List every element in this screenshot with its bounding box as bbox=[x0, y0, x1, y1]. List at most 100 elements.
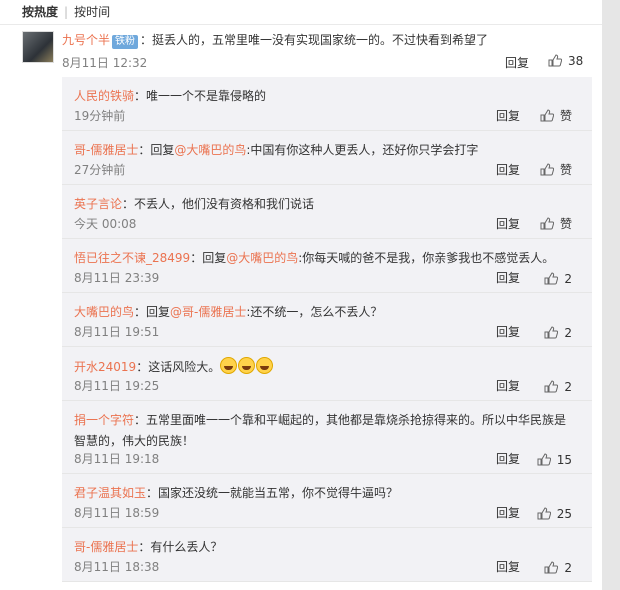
comment-panel: 按热度 | 按时间 九号个半 铁粉 ：挺丢人的，五常里唯一没有实现国家统一的。不过快看到… bbox=[0, 0, 602, 590]
mention-link[interactable]: @大嘴巴的鸟 bbox=[226, 251, 298, 265]
like-count: 2 bbox=[564, 561, 572, 575]
reply-text-cont: :中国有你这种人更丢人，还好你只学会打字 bbox=[246, 143, 479, 157]
like-button[interactable]: 25 bbox=[537, 507, 572, 521]
reply-item: 英子言论：不丢人，他们没有资格和我们说话 今天 00:08 回复 赞 bbox=[62, 185, 592, 239]
reply-item: 君子温其如玉：国家还没统一就能当五常，你不觉得牛逼吗？ 8月11日 18:59 回复… bbox=[62, 474, 592, 528]
reply-text-line: 悟已往之不谏_28499：回复@大嘴巴的鸟:你每天喊的爸不是我，你亲爹我也不感觉… bbox=[74, 249, 554, 266]
thumbs-up-icon bbox=[537, 453, 551, 466]
laugh-emoji-icon bbox=[256, 357, 274, 374]
reply-time: 今天 00:08 bbox=[74, 217, 137, 231]
like-button[interactable]: 2 bbox=[544, 326, 572, 340]
reply-item: 大嘴巴的鸟：回复@哥-儒雅居士:还不统一，怎么不丢人？ 8月11日 19:51 回复… bbox=[62, 293, 592, 347]
like-button[interactable]: 15 bbox=[537, 453, 572, 467]
reply-username[interactable]: 君子温其如玉 bbox=[74, 486, 146, 500]
reply-text: ：回复 bbox=[134, 305, 171, 319]
reply-time: 8月11日 23:39 bbox=[74, 271, 160, 285]
comment-text: ：挺丢人的，五常里唯一没有实现国家统一的。不过快看到希望了 bbox=[140, 33, 489, 47]
reply-text: ：国家还没统一就能当五常，你不觉得牛逼吗？ bbox=[146, 486, 399, 500]
like-count: 38 bbox=[568, 54, 584, 68]
reply-time: 27分钟前 bbox=[74, 163, 126, 177]
like-button[interactable]: 赞 bbox=[540, 107, 572, 124]
thumbs-up-icon bbox=[540, 109, 554, 122]
reply-button[interactable]: 回复 bbox=[496, 215, 520, 232]
reply-text-line: 哥-儒雅居士：回复@大嘴巴的鸟:中国有你这种人更丢人，还好你只学会打字 bbox=[74, 141, 478, 158]
reply-username[interactable]: 人民的铁骑 bbox=[74, 89, 134, 103]
comment-username[interactable]: 九号个半 bbox=[62, 33, 110, 47]
reply-text: ：不丢人，他们没有资格和我们说话 bbox=[122, 197, 315, 211]
like-count: 2 bbox=[564, 380, 572, 394]
reply-item: 开水24019：这话风险大。 8月11日 19:25 回复 2 bbox=[62, 347, 592, 401]
reply-time: 8月11日 19:18 bbox=[74, 452, 160, 466]
reply-button[interactable]: 回复 bbox=[496, 377, 520, 394]
reply-item: 哥-儒雅居士：有什么丢人？ 8月11日 18:38 回复 2 bbox=[62, 528, 592, 582]
scrollbar[interactable] bbox=[602, 0, 620, 590]
reply-text-line: 人民的铁骑：唯一一个不是靠侵略的 bbox=[74, 87, 266, 104]
fan-badge: 铁粉 bbox=[112, 35, 139, 49]
like-button[interactable]: 2 bbox=[544, 380, 572, 394]
thumbs-up-icon bbox=[544, 272, 559, 285]
sort-bar: 按热度 | 按时间 bbox=[0, 0, 602, 25]
like-count: 赞 bbox=[559, 163, 572, 177]
reply-username[interactable]: 英子言论 bbox=[74, 197, 122, 211]
like-count: 赞 bbox=[559, 217, 572, 231]
reply-button[interactable]: 回复 bbox=[496, 504, 520, 521]
reply-text: ：有什么丢人？ bbox=[138, 540, 223, 554]
reply-username[interactable]: 开水24019 bbox=[74, 360, 136, 374]
like-button[interactable]: 赞 bbox=[540, 161, 572, 178]
reply-time: 8月11日 19:25 bbox=[74, 379, 160, 393]
reply-item: 悟已往之不谏_28499：回复@大嘴巴的鸟:你每天喊的爸不是我，你亲爹我也不感觉… bbox=[62, 239, 592, 293]
reply-username[interactable]: 悟已往之不谏_28499 bbox=[74, 251, 190, 265]
reply-text-line: 大嘴巴的鸟：回复@哥-儒雅居士:还不统一，怎么不丢人？ bbox=[74, 303, 382, 320]
like-count: 赞 bbox=[559, 109, 572, 123]
reply-username[interactable]: 哥-儒雅居士 bbox=[74, 540, 138, 554]
reply-time: 19分钟前 bbox=[74, 109, 126, 123]
thumbs-up-icon bbox=[544, 326, 559, 339]
comment-time: 8月11日 12:32 bbox=[62, 56, 148, 70]
reply-text: ：回复 bbox=[138, 143, 175, 157]
reply-text-cont: :你每天喊的爸不是我，你亲爹我也不感觉丢人。 bbox=[298, 251, 555, 265]
mention-link[interactable]: @哥-儒雅居士 bbox=[170, 305, 246, 319]
like-button[interactable]: 2 bbox=[544, 272, 572, 286]
reply-text-line: 君子温其如玉：国家还没统一就能当五常，你不觉得牛逼吗？ bbox=[74, 484, 398, 501]
like-count: 2 bbox=[564, 272, 572, 286]
reply-list: 人民的铁骑：唯一一个不是靠侵略的 19分钟前 回复赞哥-儒雅居士：回复@大嘴巴的鸟:… bbox=[62, 77, 592, 582]
reply-button[interactable]: 回复 bbox=[496, 450, 520, 467]
reply-text-line: 哥-儒雅居士：有什么丢人？ bbox=[74, 538, 222, 555]
thumbs-up-icon bbox=[537, 507, 551, 520]
reply-username[interactable]: 大嘴巴的鸟 bbox=[74, 305, 134, 319]
thumbs-up-icon bbox=[540, 217, 554, 230]
sort-by-time-tab[interactable]: 按时间 bbox=[74, 5, 110, 19]
like-count: 15 bbox=[556, 453, 572, 467]
reply-item: 捐一个字符：五常里面唯一一个靠和平崛起的，其他都是靠烧杀抢掠得来的。所以中华民族… bbox=[62, 401, 592, 474]
thumbs-up-icon bbox=[540, 163, 554, 176]
reply-button[interactable]: 回复 bbox=[496, 323, 520, 340]
reply-text-line2: 智慧的，伟大的民族！ bbox=[74, 434, 195, 448]
like-button[interactable]: 赞 bbox=[540, 215, 572, 232]
laugh-emoji-icon bbox=[238, 357, 256, 374]
sort-by-hot-tab[interactable]: 按热度 bbox=[22, 5, 58, 19]
reply-text: ：唯一一个不是靠侵略的 bbox=[134, 89, 267, 103]
reply-text-cont: :还不统一，怎么不丢人？ bbox=[246, 305, 383, 319]
reply-time: 8月11日 19:51 bbox=[74, 325, 160, 339]
reply-text: ：五常里面唯一一个靠和平崛起的，其他都是靠烧杀抢掠得来的。所以中华民族是 bbox=[134, 413, 567, 427]
mention-link[interactable]: @大嘴巴的鸟 bbox=[174, 143, 246, 157]
reply-button[interactable]: 回复 bbox=[496, 161, 520, 178]
like-button[interactable]: 2 bbox=[544, 561, 572, 575]
reply-username[interactable]: 捐一个字符 bbox=[74, 413, 134, 427]
reply-item: 人民的铁骑：唯一一个不是靠侵略的 19分钟前 回复 赞 bbox=[62, 77, 592, 131]
reply-button[interactable]: 回复 bbox=[496, 558, 520, 575]
like-count: 25 bbox=[556, 507, 572, 521]
like-button[interactable]: 38 bbox=[548, 54, 583, 68]
like-count: 2 bbox=[564, 326, 572, 340]
reply-button[interactable]: 回复 bbox=[505, 54, 529, 71]
reply-text-line: 捐一个字符：五常里面唯一一个靠和平崛起的，其他都是靠烧杀抢掠得来的。所以中华民族… bbox=[74, 411, 566, 454]
reply-button[interactable]: 回复 bbox=[496, 107, 520, 124]
reply-time: 8月11日 18:38 bbox=[74, 560, 160, 574]
avatar[interactable] bbox=[22, 31, 54, 63]
reply-button[interactable]: 回复 bbox=[496, 269, 520, 286]
reply-text-line: 开水24019：这话风险大。 bbox=[74, 357, 274, 375]
reply-item: 哥-儒雅居士：回复@大嘴巴的鸟:中国有你这种人更丢人，还好你只学会打字 27分钟前… bbox=[62, 131, 592, 185]
reply-text-line: 英子言论：不丢人，他们没有资格和我们说话 bbox=[74, 195, 314, 212]
reply-username[interactable]: 哥-儒雅居士 bbox=[74, 143, 138, 157]
reply-text: ：回复 bbox=[190, 251, 227, 265]
